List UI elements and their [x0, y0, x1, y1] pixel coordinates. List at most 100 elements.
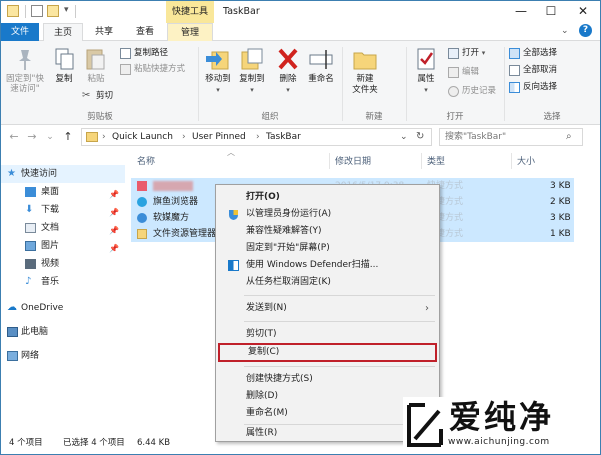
menu-item-unpin-taskbar[interactable]: 从任务栏取消固定(K) [218, 274, 437, 291]
sidebar-item-desktop[interactable]: 桌面 📌 [1, 183, 125, 201]
sidebar-item-onedrive[interactable]: ☁ OneDrive [1, 299, 125, 317]
title-bar: ▾ 快捷工具 TaskBar — ☐ ✕ [1, 1, 600, 23]
cut-button[interactable]: ✂ 剪切 [81, 89, 113, 104]
address-bar[interactable]: › Quick Launch › User Pinned › TaskBar ⌄… [81, 128, 432, 146]
menu-label: 打开(O) [246, 192, 280, 202]
menu-item-copy[interactable]: 复制(C) [218, 343, 437, 362]
folder-icon [7, 5, 19, 17]
properties-dropdown-icon: ▾ [424, 86, 428, 94]
column-header-size[interactable]: 大小 [517, 153, 535, 171]
refresh-icon[interactable]: ↻ [416, 129, 424, 145]
menu-item-defender-scan[interactable]: 使用 Windows Defender扫描... [218, 257, 437, 274]
group-label-select: 选择 [543, 112, 561, 122]
menu-label: 创建快捷方式(S) [246, 374, 313, 384]
menu-item-pin-start[interactable]: 固定到"开始"屏幕(P) [218, 240, 437, 257]
paste-shortcut-button[interactable]: 粘贴快捷方式 [119, 62, 185, 77]
search-icon[interactable]: ⌕ [566, 129, 572, 145]
properties-button[interactable]: 属性 ▾ [409, 44, 443, 96]
menu-item-open[interactable]: 打开(O) [218, 189, 437, 206]
app-icon [137, 181, 147, 191]
select-none-button[interactable]: 全部取消 [508, 63, 557, 78]
open-button[interactable]: 打开 ▾ [447, 46, 485, 61]
move-to-button[interactable]: 移动到 ▾ [201, 44, 235, 96]
tab-home[interactable]: 主页 [43, 23, 83, 42]
tab-view[interactable]: 查看 [125, 23, 165, 41]
copy-to-button[interactable]: 复制到 ▾ [235, 44, 269, 96]
rename-button[interactable]: 重命名 [303, 44, 339, 85]
sidebar-item-music[interactable]: ♪ 音乐 [1, 273, 125, 291]
sidebar-item-videos[interactable]: 视频 [1, 255, 125, 273]
search-input[interactable]: 搜索"TaskBar" ⌕ [439, 128, 583, 146]
breadcrumb-quick-launch[interactable]: Quick Launch [112, 129, 173, 145]
tab-file[interactable]: 文件 [1, 23, 39, 41]
edit-label: 编辑 [462, 67, 480, 77]
paste-button[interactable]: 粘贴 [81, 44, 111, 85]
recent-locations-icon[interactable]: ⌄ [43, 129, 57, 145]
select-all-button[interactable]: 全部选择 [508, 46, 557, 61]
sidebar-label: 快速访问 [21, 169, 58, 179]
move-to-icon [204, 46, 232, 72]
delete-icon [274, 46, 302, 72]
scissors-icon: ✂ [82, 90, 91, 101]
navigation-pane: ★ 快速访问 桌面 📌 ⬇ 下载 📌 文档 📌 图片 📌 视频 ♪ 音乐 ☁ O… [1, 151, 125, 431]
breadcrumb-separator: › [102, 132, 106, 142]
delete-button[interactable]: 删除 ▾ [273, 44, 303, 96]
properties-icon[interactable] [31, 5, 43, 17]
menu-item-send-to[interactable]: 发送到(N) › [218, 300, 437, 317]
up-arrow-icon[interactable]: ↑ [61, 129, 75, 145]
sidebar-item-downloads[interactable]: ⬇ 下载 📌 [1, 201, 125, 219]
contextual-tab-label: 快捷工具 [166, 1, 214, 23]
column-header-modified[interactable]: 修改日期 [335, 153, 371, 171]
properties-icon [412, 46, 440, 72]
history-icon [448, 86, 459, 97]
copy-button[interactable]: 复制 [49, 44, 79, 85]
history-button[interactable]: 历史记录 [447, 84, 496, 99]
column-header-type[interactable]: 类型 [427, 153, 445, 171]
menu-label: 兼容性疑难解答(Y) [246, 226, 322, 236]
tab-share[interactable]: 共享 [85, 23, 123, 41]
paste-shortcut-icon [120, 64, 131, 75]
file-name: 软媒魔方 [153, 213, 190, 223]
sidebar-label: 下载 [41, 205, 60, 215]
breadcrumb-taskbar[interactable]: TaskBar [266, 129, 301, 145]
sidebar-item-pictures[interactable]: 图片 📌 [1, 237, 125, 255]
folder-icon [137, 229, 147, 239]
file-name: 旗鱼浏览器 [153, 197, 199, 207]
move-to-label: 移动到 [205, 74, 231, 84]
sidebar-item-quick-access[interactable]: ★ 快速访问 [1, 165, 125, 183]
maximize-button[interactable]: ☐ [536, 1, 566, 23]
paste-label: 粘贴 [87, 74, 105, 84]
forward-arrow-icon[interactable]: → [25, 129, 39, 145]
sidebar-item-documents[interactable]: 文档 📌 [1, 219, 125, 237]
copy-path-button[interactable]: 复制路径 [119, 46, 168, 61]
sidebar-item-this-pc[interactable]: 此电脑 [1, 323, 125, 341]
watermark-url: www.aichunjing.com [448, 437, 550, 447]
invert-selection-button[interactable]: 反向选择 [508, 80, 557, 95]
breadcrumb-user-pinned[interactable]: User Pinned [192, 129, 246, 145]
tab-manage[interactable]: 管理 [167, 23, 213, 42]
back-arrow-icon[interactable]: ← [7, 129, 21, 145]
sidebar-item-network[interactable]: 网络 [1, 347, 125, 365]
menu-item-create-shortcut[interactable]: 创建快捷方式(S) [218, 371, 437, 388]
pictures-icon [25, 241, 36, 251]
menu-item-troubleshoot[interactable]: 兼容性疑难解答(Y) [218, 223, 437, 240]
new-folder-icon[interactable] [47, 5, 59, 17]
column-header-name[interactable]: 名称 [137, 153, 155, 171]
close-button[interactable]: ✕ [568, 1, 598, 23]
menu-item-cut[interactable]: 剪切(T) [218, 326, 437, 343]
menu-label: 以管理员身份运行(A) [246, 209, 332, 219]
paste-shortcut-label: 粘贴快捷方式 [134, 64, 186, 74]
network-icon [7, 351, 18, 361]
address-dropdown-icon[interactable]: ⌄ [400, 129, 408, 145]
collapse-ribbon-icon[interactable]: ⌄ [561, 26, 569, 36]
minimize-button[interactable]: — [506, 1, 536, 23]
pin-quick-access-button[interactable]: 固定到"快 速访问" [3, 44, 47, 94]
menu-item-run-as-admin[interactable]: 以管理员身份运行(A) [218, 206, 437, 223]
help-icon[interactable]: ? [579, 24, 592, 37]
copy-to-label: 复制到 [239, 74, 265, 84]
watermark-logo-icon [407, 403, 443, 447]
edit-button[interactable]: 编辑 [447, 65, 479, 80]
qat-dropdown-icon[interactable]: ▾ [64, 5, 69, 15]
shield-icon [228, 209, 239, 220]
new-folder-button[interactable]: 新建 文件夹 [345, 44, 385, 96]
